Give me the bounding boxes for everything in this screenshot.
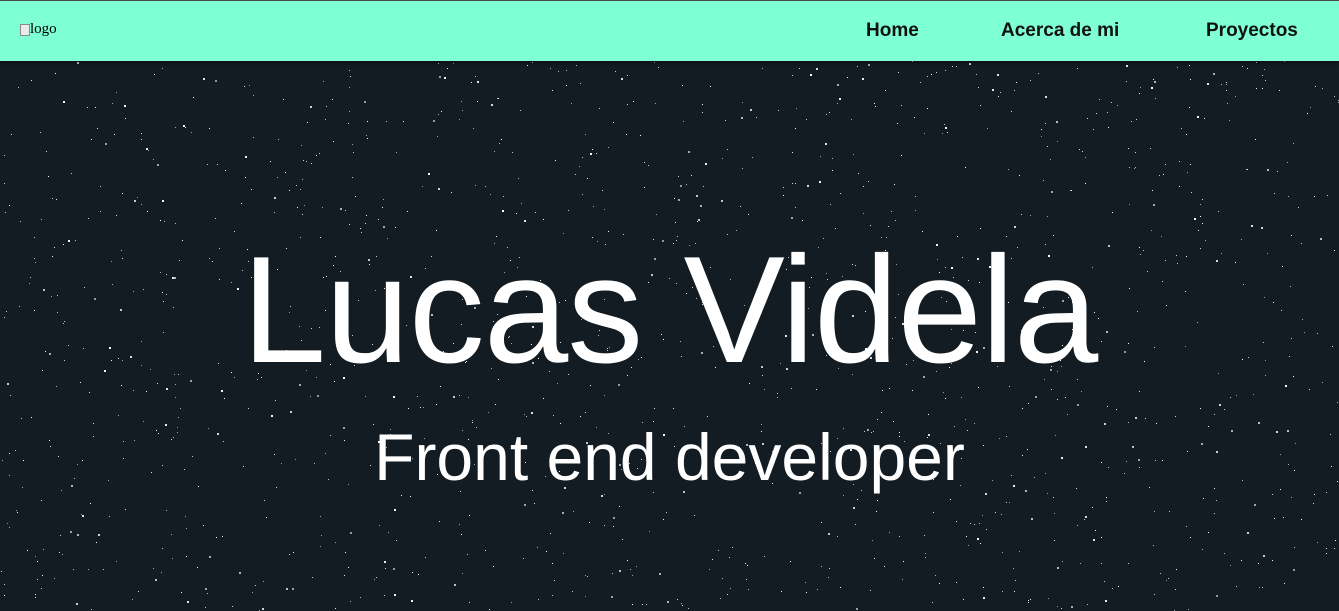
broken-image-icon: [20, 23, 30, 36]
navbar: logo Home Acerca de mi Proyectos: [0, 0, 1339, 61]
nav-link-home[interactable]: Home: [866, 20, 919, 42]
hero-subtitle: Front end developer: [374, 420, 965, 494]
nav-link-about[interactable]: Acerca de mi: [1001, 20, 1119, 42]
nav-link-projects[interactable]: Proyectos: [1206, 20, 1298, 42]
hero-title: Lucas Videla: [241, 225, 1099, 395]
hero-section: Lucas Videla Front end developer: [0, 61, 1339, 611]
logo-link[interactable]: logo: [20, 21, 57, 38]
logo-alt-text: logo: [30, 21, 57, 37]
